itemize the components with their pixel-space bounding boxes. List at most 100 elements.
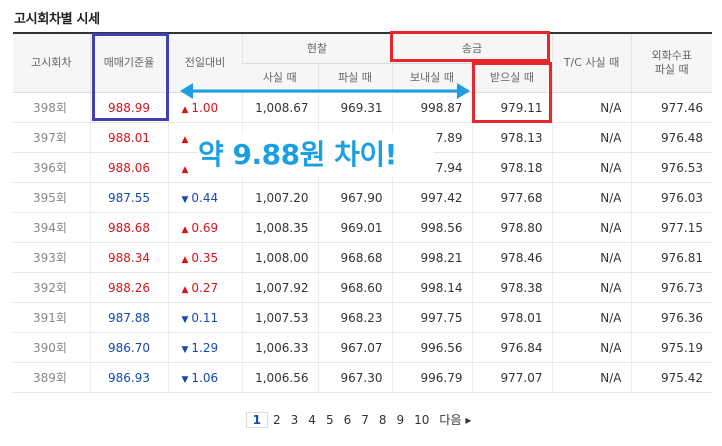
cash-buy-cell: 1,008.35 <box>241 212 318 243</box>
transfer-receive-cell: 978.13 <box>471 122 552 153</box>
tc-buy-cell: N/A <box>551 362 631 393</box>
base-rate-highlight-box <box>92 33 169 121</box>
page-link-1[interactable]: 1 <box>245 412 269 428</box>
next-page-link[interactable]: 다음 ▸ <box>434 411 476 428</box>
table-row: 391회 987.88 ▼ 0.11 1,007.53 968.23 997.75 978.0… <box>13 302 712 333</box>
transfer-highlight-box <box>390 31 550 62</box>
change-value: 0.44 <box>191 190 219 205</box>
change-value: 1.29 <box>191 340 219 355</box>
cash-buy-cell: 1,008.00 <box>241 242 318 273</box>
round-cell: 397회 <box>13 122 90 153</box>
transfer-send-cell: 997.75 <box>391 302 472 333</box>
transfer-receive-cell: 977.07 <box>471 362 552 393</box>
transfer-receive-cell: 978.01 <box>471 302 552 333</box>
cash-buy-cell: 1,006.56 <box>241 362 318 393</box>
down-triangle-icon: ▼ <box>181 194 189 205</box>
cash-buy-cell: 1,007.92 <box>241 272 318 303</box>
round-cell: 390회 <box>13 332 90 363</box>
page-link-4[interactable]: 4 <box>303 413 321 427</box>
tc-buy-cell: N/A <box>551 242 631 273</box>
round-cell: 395회 <box>13 182 90 213</box>
check-sell-cell: 975.42 <box>630 362 712 393</box>
cash-sell-cell: 967.30 <box>317 362 392 393</box>
change-value: 1.00 <box>191 100 219 115</box>
check-sell-cell: 976.48 <box>630 122 712 153</box>
check-sell-cell: 977.15 <box>630 212 712 243</box>
change-cell: ▲ 0.27 <box>167 272 242 303</box>
down-triangle-icon: ▼ <box>181 344 189 355</box>
check-sell-cell: 976.03 <box>630 182 712 213</box>
base-rate-cell: 988.26 <box>89 272 168 303</box>
check-sell-cell: 976.81 <box>630 242 712 273</box>
change-cell: ▼ 1.29 <box>167 332 242 363</box>
change-cell: ▼ 0.44 <box>167 182 242 213</box>
up-triangle-icon: ▲ <box>181 284 189 295</box>
check-sell-cell: 976.73 <box>630 272 712 303</box>
check-sell-cell: 976.36 <box>630 302 712 333</box>
page-link-3[interactable]: 3 <box>286 413 304 427</box>
transfer-receive-cell: 978.80 <box>471 212 552 243</box>
cash-sell-cell: 968.60 <box>317 272 392 303</box>
transfer-receive-cell: 978.18 <box>471 152 552 183</box>
change-value: 1.06 <box>191 370 219 385</box>
tc-buy-cell: N/A <box>551 212 631 243</box>
transfer-receive-cell: 978.38 <box>471 272 552 303</box>
page-link-5[interactable]: 5 <box>321 413 339 427</box>
page-link-2[interactable]: 2 <box>268 413 286 427</box>
check-sell-cell: 977.46 <box>630 92 712 123</box>
round-cell: 398회 <box>13 92 90 123</box>
page-link-7[interactable]: 7 <box>356 413 374 427</box>
pagination: 1 2 3 4 5 6 7 8 9 10 다음 ▸ <box>0 411 722 428</box>
base-rate-cell: 987.88 <box>89 302 168 333</box>
header-check-sell: 외화수표 파실 때 <box>630 33 712 93</box>
transfer-send-cell: 997.42 <box>391 182 472 213</box>
page-link-6[interactable]: 6 <box>339 413 357 427</box>
down-triangle-icon: ▼ <box>181 314 189 325</box>
difference-callout: 약 9.88원 차이! <box>198 134 434 176</box>
receive-highlight-box <box>472 62 552 123</box>
tc-buy-cell: N/A <box>551 332 631 363</box>
change-value: 0.69 <box>191 220 219 235</box>
page-link-9[interactable]: 9 <box>392 413 410 427</box>
up-triangle-icon: ▲ <box>181 254 189 265</box>
change-cell: ▼ 0.11 <box>167 302 242 333</box>
page-link-8[interactable]: 8 <box>374 413 392 427</box>
change-cell: ▼ 1.06 <box>167 362 242 393</box>
change-cell: ▲ 0.35 <box>167 242 242 273</box>
cash-sell-cell: 968.68 <box>317 242 392 273</box>
cash-buy-cell: 1,006.33 <box>241 332 318 363</box>
table-row: 395회 987.55 ▼ 0.44 1,007.20 967.90 997.42 977.6… <box>13 182 712 213</box>
table-row: 393회 988.34 ▲ 0.35 1,008.00 968.68 998.21 978.4… <box>13 242 712 273</box>
base-rate-cell: 988.34 <box>89 242 168 273</box>
up-triangle-icon: ▲ <box>181 224 189 235</box>
up-triangle-icon: ▲ <box>181 134 189 145</box>
transfer-send-cell: 998.56 <box>391 212 472 243</box>
cash-buy-cell: 1,007.53 <box>241 302 318 333</box>
transfer-receive-cell: 976.84 <box>471 332 552 363</box>
tc-buy-cell: N/A <box>551 92 631 123</box>
transfer-send-cell: 998.14 <box>391 272 472 303</box>
round-cell: 396회 <box>13 152 90 183</box>
header-cash: 현찰 <box>241 33 392 64</box>
base-rate-cell: 987.55 <box>89 182 168 213</box>
cash-sell-cell: 967.07 <box>317 332 392 363</box>
transfer-send-cell: 996.56 <box>391 332 472 363</box>
cash-sell-cell: 967.90 <box>317 182 392 213</box>
up-triangle-icon: ▲ <box>181 104 189 115</box>
base-rate-cell: 988.68 <box>89 212 168 243</box>
check-sell-cell: 976.53 <box>630 152 712 183</box>
check-sell-cell: 975.19 <box>630 332 712 363</box>
base-rate-cell: 988.01 <box>89 122 168 153</box>
round-cell: 394회 <box>13 212 90 243</box>
page-link-10[interactable]: 10 <box>409 413 434 427</box>
change-value: 0.35 <box>191 250 219 265</box>
round-cell: 391회 <box>13 302 90 333</box>
base-rate-cell: 988.06 <box>89 152 168 183</box>
base-rate-cell: 986.70 <box>89 332 168 363</box>
base-rate-cell: 986.93 <box>89 362 168 393</box>
up-triangle-icon: ▲ <box>181 164 189 175</box>
tc-buy-cell: N/A <box>551 122 631 153</box>
tc-buy-cell: N/A <box>551 152 631 183</box>
change-cell: ▲ 0.69 <box>167 212 242 243</box>
transfer-receive-cell: 978.46 <box>471 242 552 273</box>
